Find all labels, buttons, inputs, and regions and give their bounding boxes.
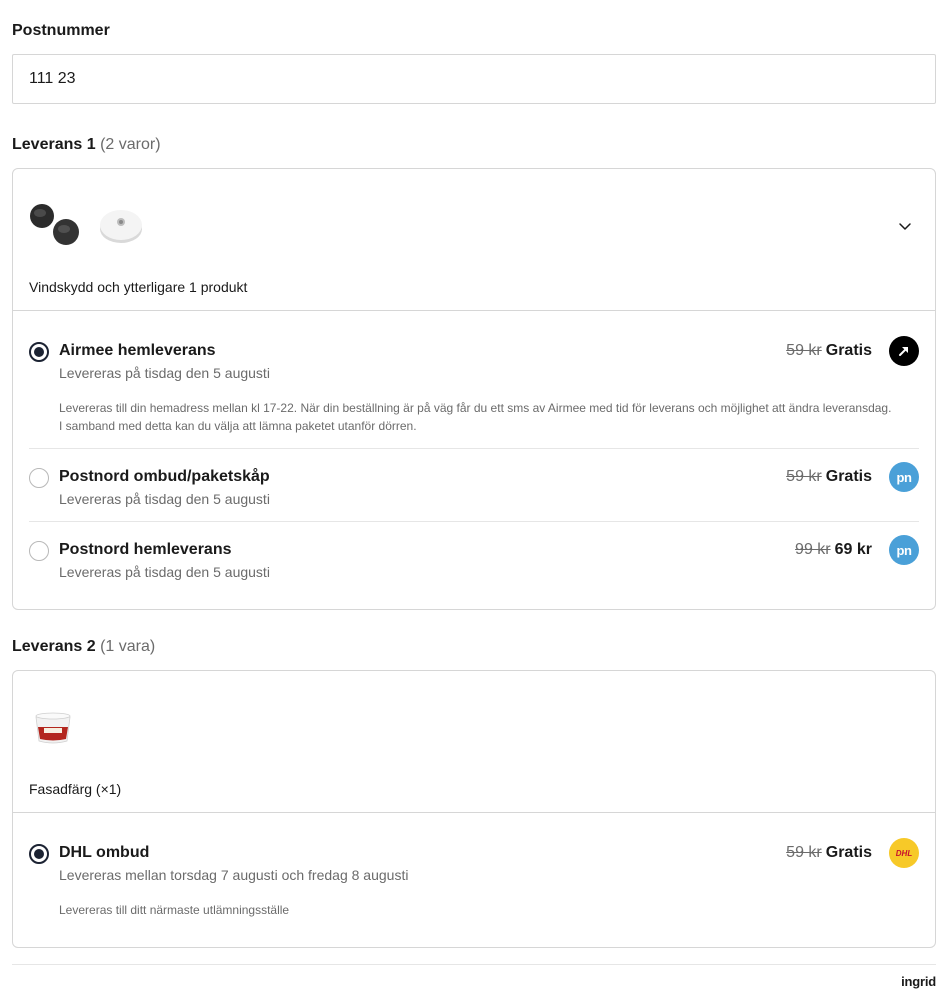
option-price: 59 kr Gratis [786,468,872,486]
original-price: 59 kr [786,844,822,861]
option-delivery-date: Levereras på tisdag den 5 augusti [59,564,270,580]
option-delivery-date: Levereras mellan torsdag 7 augusti och f… [59,867,409,883]
product-thumbnails [29,701,81,753]
product-summary: Fasadfärg (×1) [29,781,122,797]
delivery-title-text: Leverans 2 [12,638,96,655]
airmee-logo-icon [889,336,919,366]
radio-button[interactable] [29,468,49,488]
shipping-option-postnord-home[interactable]: Postnord hemleverans Levereras på tisdag… [29,522,919,610]
delivery-2-products: Fasadfärg (×1) [13,671,935,813]
footer-divider [12,964,936,965]
product-image-paint-bucket [29,701,81,753]
radio-button[interactable] [29,541,49,561]
delivery-item-count: (1 vara) [100,638,156,655]
option-description: Levereras till din hemadress mellan kl 1… [59,401,892,433]
product-image-white-pad [95,199,147,251]
original-price: 59 kr [786,342,822,359]
delivery-2-title: Leverans 2 (1 vara) [12,638,155,656]
original-price: 59 kr [786,468,822,485]
radio-button-selected[interactable] [29,342,49,362]
radio-button-selected[interactable] [29,844,49,864]
option-name: Airmee hemleverans [59,342,216,359]
product-image-windscreen [29,199,81,251]
delivery-1-products[interactable]: Vindskydd och ytterligare 1 produkt [13,169,935,311]
delivery-1-card: Vindskydd och ytterligare 1 produkt Airm… [12,168,936,610]
current-price: Gratis [825,844,872,861]
option-name: Postnord hemleverans [59,541,232,558]
option-delivery-date: Levereras på tisdag den 5 augusti [59,491,270,507]
option-delivery-date: Levereras på tisdag den 5 augusti [59,365,270,381]
option-price: 99 kr 69 kr [795,541,872,559]
shipping-option-airmee[interactable]: Airmee hemleverans Levereras på tisdag d… [29,311,919,449]
postnord-logo-icon: pn [889,462,919,492]
current-price: Gratis [825,468,872,485]
delivery-1-title: Leverans 1 (2 varor) [12,136,161,154]
current-price: 69 kr [834,541,872,558]
postal-code-input[interactable] [12,54,936,104]
option-price: 59 kr Gratis [786,844,872,862]
postal-code-label: Postnummer [12,22,110,39]
delivery-2-card: Fasadfärg (×1) DHL ombud Levereras mella… [12,670,936,948]
postnord-logo-icon: pn [889,535,919,565]
option-name: Postnord ombud/paketskåp [59,468,270,485]
current-price: Gratis [825,342,872,359]
chevron-down-icon[interactable] [895,217,915,237]
option-name: DHL ombud [59,844,150,861]
original-price: 99 kr [795,541,831,558]
ingrid-brand-logo: ingrid [901,974,936,989]
dhl-logo-icon: DHL [889,838,919,868]
product-summary: Vindskydd och ytterligare 1 produkt [29,279,248,295]
shipping-option-postnord-agent[interactable]: Postnord ombud/paketskåp Levereras på ti… [29,449,919,522]
option-price: 59 kr Gratis [786,342,872,360]
option-description: Levereras till ditt närmaste utlämningss… [59,903,290,917]
shipping-option-dhl-agent[interactable]: DHL ombud Levereras mellan torsdag 7 aug… [29,813,919,947]
delivery-title-text: Leverans 1 [12,136,96,153]
product-thumbnails [29,199,147,251]
delivery-item-count: (2 varor) [100,136,161,153]
